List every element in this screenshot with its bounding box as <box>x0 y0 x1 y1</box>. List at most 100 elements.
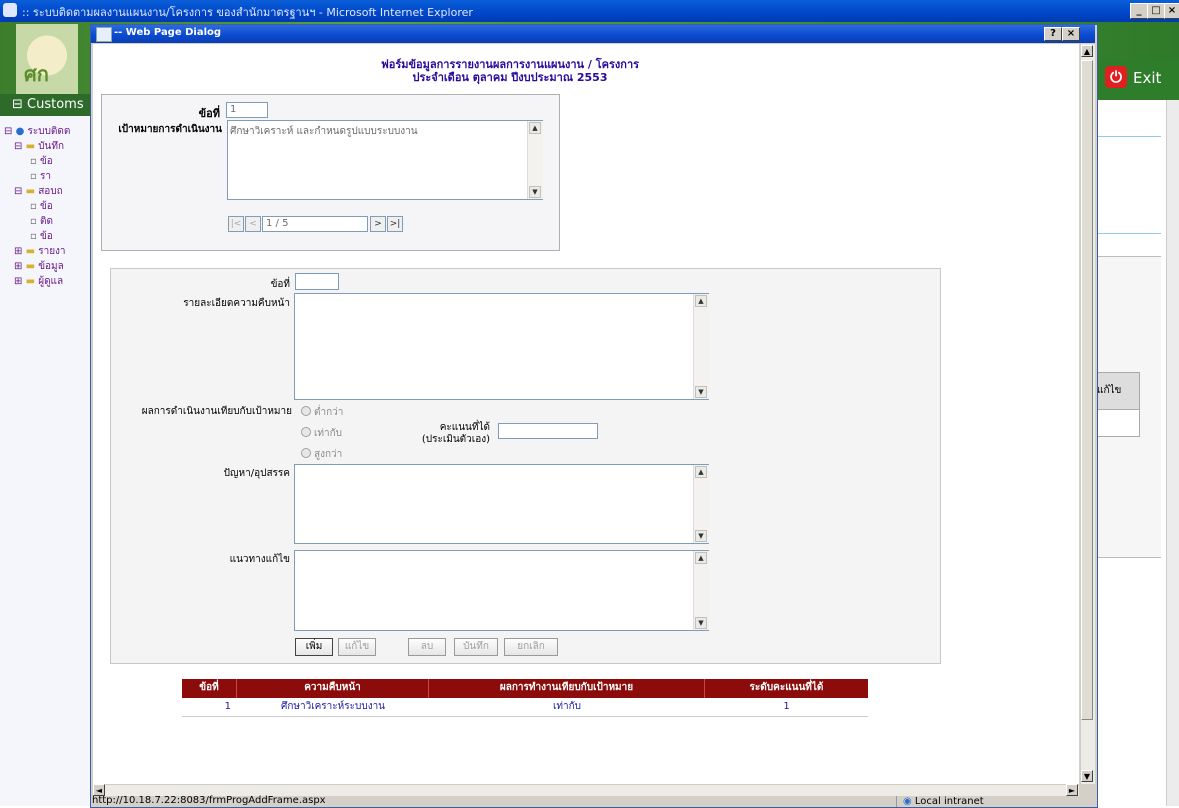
security-zone: ◉ Local intranet <box>896 796 984 807</box>
radio-lower-label: ต่ำกว่า <box>314 407 344 418</box>
folder-icon: ▬ <box>25 246 36 257</box>
detail-scrollbar[interactable] <box>693 294 709 399</box>
dialog-scroll-thumb[interactable] <box>1081 60 1093 720</box>
page-icon: ▫ <box>30 231 37 242</box>
solution-label: แนวทางแก้ไข <box>229 554 290 565</box>
problem-textarea[interactable] <box>294 464 709 544</box>
scroll-down-icon[interactable]: ▼ <box>695 530 707 542</box>
dialog-close-button[interactable]: × <box>1062 27 1080 41</box>
problem-label: ปัญหา/อุปสรรค <box>223 468 290 479</box>
add-button[interactable]: เพิ่ม <box>295 638 333 656</box>
tree-item[interactable]: ⊞ ▬ ข้อมูล <box>4 259 70 274</box>
table-header-score: ระดับคะแนนที่ได้ <box>705 679 868 698</box>
scroll-up-icon[interactable]: ▲ <box>695 466 707 478</box>
radio-equal[interactable] <box>301 427 311 437</box>
help-button[interactable]: ? <box>1044 27 1062 41</box>
table-row[interactable]: 1 ศึกษาวิเคราะห์ระบบงาน เท่ากับ 1 <box>182 698 868 717</box>
radio-higher[interactable] <box>301 448 311 458</box>
status-url: http://10.18.7.22:8083/frmProgAddFrame.a… <box>92 795 326 806</box>
table-header-progress: ความคืบหน้า <box>237 679 429 698</box>
scroll-down-icon[interactable]: ▼ <box>1081 770 1093 782</box>
maximize-button[interactable]: □ <box>1147 3 1165 19</box>
page-icon: ▫ <box>30 156 37 167</box>
exit-button[interactable]: Exit <box>1133 69 1161 87</box>
scroll-down-icon[interactable]: ▼ <box>695 386 707 398</box>
logo-emblem-icon: ศก <box>24 62 49 86</box>
tree-item[interactable]: ⊞ ▬ ผู้ดูแล <box>4 274 70 289</box>
cancel-button[interactable]: ยกเลิก <box>504 638 558 656</box>
tree-item[interactable]: ⊟ ▬ สอบถ <box>4 184 70 199</box>
collapse-icon: ⊟ <box>12 97 28 112</box>
dialog-icon <box>96 27 112 42</box>
background-table-cell <box>1096 409 1140 437</box>
tree-item[interactable]: ▫ รา <box>4 169 70 184</box>
tree-item[interactable]: ⊟ ● ระบบติดต <box>4 124 70 139</box>
goal-item-no-label: ข้อที่ <box>198 107 220 120</box>
tree-item[interactable]: ▫ ติด <box>4 214 70 229</box>
tree-item[interactable]: ▫ ข้อ <box>4 199 70 214</box>
solution-textarea[interactable] <box>294 550 709 631</box>
goal-label: เป้าหมายการดำเนินงาน <box>118 124 222 135</box>
folder-icon: ▬ <box>25 261 36 272</box>
table-cell-no: 1 <box>182 698 237 717</box>
folder-icon: ▬ <box>25 276 36 287</box>
close-window-button[interactable]: × <box>1164 3 1179 19</box>
detail-textarea[interactable] <box>294 293 709 400</box>
table-header-no: ข้อที่ <box>182 679 237 698</box>
scroll-right-icon[interactable]: ► <box>1066 784 1078 796</box>
page-icon: ▫ <box>30 216 37 227</box>
radio-lower[interactable] <box>301 406 311 416</box>
table-header-result: ผลการทำงานเทียบกับเป้าหมาย <box>429 679 705 698</box>
scroll-up-icon[interactable]: ▲ <box>695 295 707 307</box>
save-button[interactable]: บันทึก <box>454 638 498 656</box>
scroll-up-icon[interactable]: ▲ <box>529 122 541 134</box>
scroll-up-icon[interactable]: ▲ <box>695 552 707 564</box>
scroll-down-icon[interactable]: ▼ <box>695 617 707 629</box>
prev-page-button[interactable]: < <box>245 216 261 232</box>
progress-table: ข้อที่ ความคืบหน้า ผลการทำงานเทียบกับเป้… <box>182 679 868 718</box>
radio-higher-label: สูงกว่า <box>314 449 343 460</box>
progress-item-no-label: ข้อที่ <box>270 279 290 290</box>
delete-button[interactable]: ลบ <box>408 638 446 656</box>
table-cell-score: 1 <box>705 698 868 717</box>
globe-icon: ● <box>15 126 25 137</box>
form-subtitle: ประจำเดือน ตุลาคม ปีงบประมาณ 2553 <box>412 71 608 84</box>
first-page-button[interactable]: |< <box>228 216 244 232</box>
goal-item-no-field[interactable]: 1 <box>226 102 268 118</box>
folder-icon: ▬ <box>25 186 36 197</box>
minimize-button[interactable]: _ <box>1130 3 1148 19</box>
page-position-field: 1 / 5 <box>262 216 368 232</box>
score-label-sub: (ประเมินตัวเอง) <box>421 434 490 445</box>
table-cell-result: เท่ากับ <box>429 698 705 717</box>
detail-label: รายละเอียดความคืบหน้า <box>183 298 290 309</box>
background-table-header: แก้ไข <box>1096 372 1140 410</box>
next-page-button[interactable]: > <box>370 216 386 232</box>
progress-item-no-field[interactable] <box>295 273 339 290</box>
folder-icon: ▬ <box>25 141 36 152</box>
page-icon: ▫ <box>30 171 37 182</box>
ie-icon <box>3 3 17 17</box>
tree-item[interactable]: ⊟ ▬ บันทึก <box>4 139 70 154</box>
nav-label[interactable]: ⊟ Customs <box>12 97 84 112</box>
sidebar-tree-items: ⊟ ● ระบบติดต ⊟ ▬ บันทึก ▫ ข้อ ▫ รา ⊟ ▬ ส… <box>4 124 70 289</box>
scroll-up-icon[interactable]: ▲ <box>1081 45 1093 57</box>
table-cell-progress: ศึกษาวิเคราะห์ระบบงาน <box>237 698 429 717</box>
tree-item[interactable]: ▫ ข้อ <box>4 229 70 244</box>
tree-item[interactable]: ⊞ ▬ รายงา <box>4 244 70 259</box>
intranet-icon: ◉ <box>903 796 915 807</box>
background-window-title: :: ระบบติดตามผลงานแผนงาน/โครงการ ของสำนั… <box>22 6 473 19</box>
dialog-titlebar[interactable] <box>91 25 1095 43</box>
edit-button[interactable]: แก้ไข <box>338 638 376 656</box>
goal-text: ศึกษาวิเคราะห์ และกำหนดรูปแบบระบบงาน <box>230 126 418 137</box>
radio-equal-label: เท่ากับ <box>314 428 343 439</box>
scroll-down-icon[interactable]: ▼ <box>529 186 541 198</box>
tree-item[interactable]: ▫ ข้อ <box>4 154 70 169</box>
background-box <box>1090 136 1161 234</box>
power-icon[interactable]: ⏻ <box>1105 66 1127 88</box>
dialog-title: -- Web Page Dialog <box>114 27 222 38</box>
result-label: ผลการดำเนินงานเทียบกับเป้าหมาย <box>141 406 292 417</box>
background-scrollbar[interactable] <box>1166 100 1179 806</box>
score-field[interactable] <box>498 423 598 439</box>
page-icon: ▫ <box>30 201 37 212</box>
last-page-button[interactable]: >| <box>387 216 403 232</box>
